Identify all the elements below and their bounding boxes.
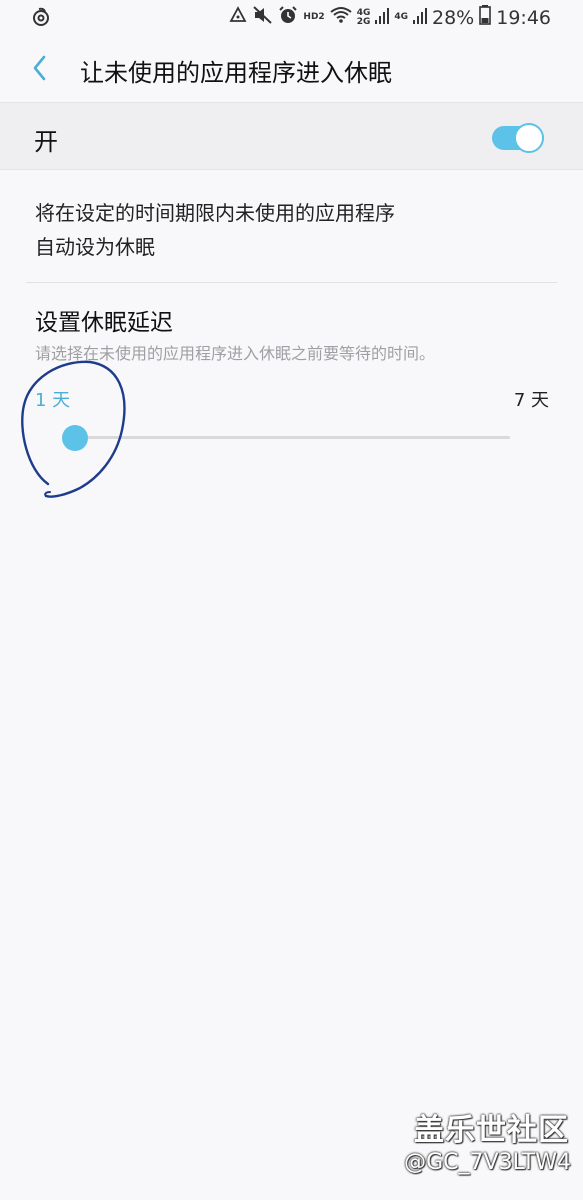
slider-min-label: 1 天 (35, 390, 71, 411)
feature-description: 将在设定的时间期限内未使用的应用程序 自动设为休眠 (35, 196, 535, 264)
sleep-delay-slider[interactable] (62, 424, 510, 452)
description-line-1: 将在设定的时间期限内未使用的应用程序 (35, 201, 395, 225)
network-label-4g-second: 4G (394, 12, 408, 22)
sleep-delay-title: 设置休眠延迟 (35, 310, 173, 336)
slider-track[interactable] (76, 436, 510, 439)
screen: HD2 4G 2G 4G 28% 19:46 让未使用的应用程序进入休眠 开 将… (0, 0, 583, 1200)
annotation-circle (21, 360, 126, 498)
recycle-icon (228, 6, 248, 29)
hd-voice-label: HD2 (303, 12, 325, 22)
app-notification-icon (30, 6, 52, 33)
section-divider (26, 282, 557, 283)
master-toggle-label: 开 (34, 128, 58, 156)
signal-icon-secondary (413, 7, 427, 29)
alarm-icon (278, 5, 298, 30)
clock-time: 19:46 (496, 6, 551, 29)
master-toggle-switch[interactable] (492, 123, 546, 153)
wifi-icon (330, 6, 352, 29)
slider-max-label: 7 天 (513, 390, 549, 411)
slider-thumb[interactable] (62, 425, 88, 451)
signal-icon (375, 7, 390, 29)
description-line-2: 自动设为休眠 (35, 235, 155, 259)
chevron-left-icon (33, 55, 46, 81)
toggle-divider (0, 169, 583, 170)
status-icons: HD2 4G 2G 4G 28% 19:46 (228, 5, 551, 30)
switch-thumb (514, 123, 544, 153)
watermark-handle: @GC_7V3LTW4 (404, 1150, 571, 1175)
sleep-delay-subtitle: 请选择在未使用的应用程序进入休眠之前要等待的时间。 (35, 344, 436, 363)
master-toggle-row[interactable]: 开 (0, 103, 583, 169)
network-type: 4G 2G (356, 8, 371, 27)
status-bar: HD2 4G 2G 4G 28% 19:46 (0, 0, 583, 36)
mute-icon (253, 6, 273, 29)
battery-icon (479, 5, 492, 30)
app-bar: 让未使用的应用程序进入休眠 (0, 36, 583, 102)
back-button[interactable] (22, 50, 58, 86)
page-title: 让未使用的应用程序进入休眠 (80, 59, 392, 87)
watermark-brand: 盖乐世社区 (414, 1113, 569, 1148)
network-label-2g: 2G (356, 16, 371, 27)
battery-percent: 28% (432, 6, 475, 29)
